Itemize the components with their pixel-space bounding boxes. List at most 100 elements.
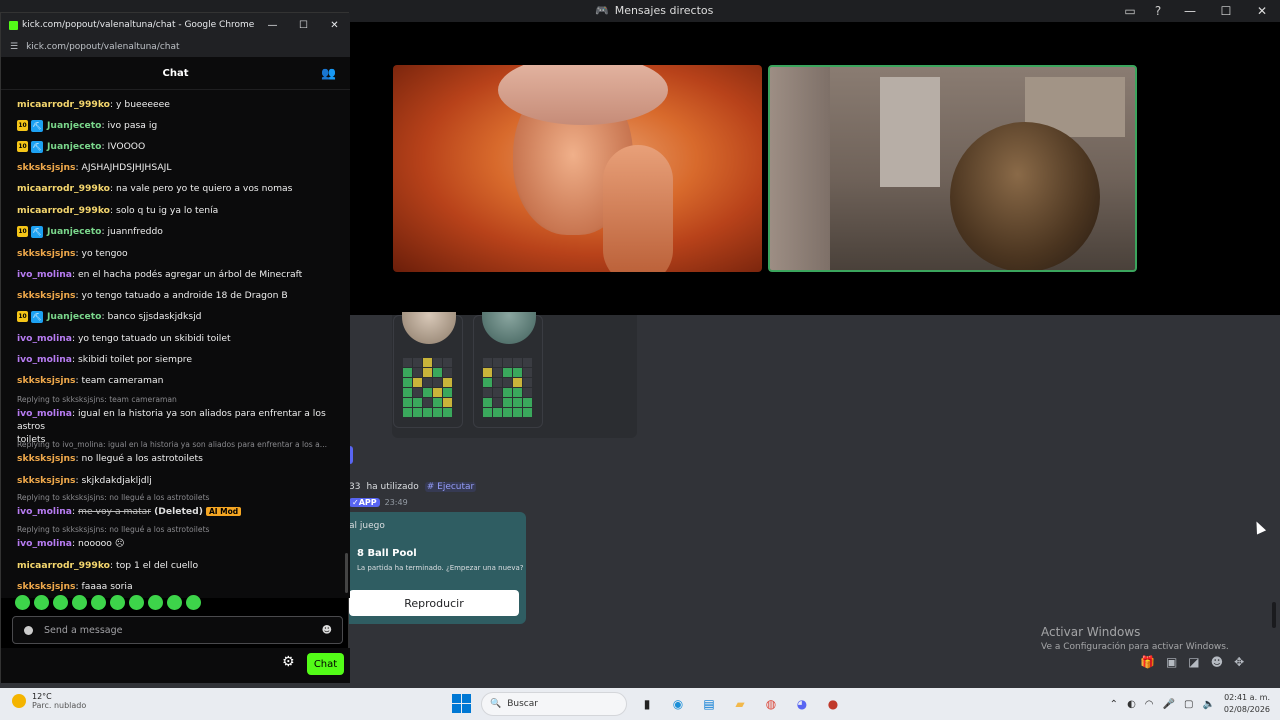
chat-message[interactable]: skksksjsjns: team cameraman bbox=[17, 374, 342, 387]
chat-message[interactable]: skksksjsjns: yo tengo tatuado a androide… bbox=[17, 289, 342, 302]
reply-context[interactable]: Replying to skksksjsjns: no llegué a los… bbox=[17, 525, 342, 534]
chat-message[interactable]: skksksjsjns: yo tengoo bbox=[17, 247, 342, 260]
chat-identity-icon[interactable] bbox=[24, 626, 33, 635]
chat-message[interactable]: 10 ⛏ Juanjeceto: IVOOOO bbox=[17, 140, 342, 153]
reply-context[interactable]: Replying to ivo_molina: igual en la hist… bbox=[17, 440, 342, 449]
message-input[interactable]: Send a message ☻ bbox=[12, 616, 343, 644]
chat-message[interactable]: ivo_molina: yo tengo tatuado un skibidi … bbox=[17, 332, 342, 345]
wifi-icon[interactable]: ◠ bbox=[1145, 699, 1154, 710]
chat-username[interactable]: ivo_molina bbox=[17, 269, 72, 280]
apps-icon[interactable]: ✥ bbox=[1234, 655, 1244, 669]
chat-username[interactable]: ivo_molina bbox=[17, 408, 72, 419]
maximize-button[interactable]: ☐ bbox=[1208, 0, 1244, 22]
user-list-icon[interactable]: 👥 bbox=[321, 66, 336, 80]
site-info-icon[interactable]: ☰ bbox=[10, 42, 18, 52]
gif-icon[interactable]: ▣ bbox=[1166, 655, 1177, 669]
send-chat-button[interactable]: Chat bbox=[307, 653, 344, 675]
chat-username[interactable]: micaarrodr_999ko bbox=[17, 183, 110, 194]
reply-context[interactable]: Replying to skksksjsjns: team cameraman bbox=[17, 395, 342, 404]
microphone-icon[interactable]: 🎤 bbox=[1163, 699, 1175, 710]
emote-icon[interactable] bbox=[148, 595, 163, 610]
chat-message[interactable]: ivo_molina: en el hacha podés agregar un… bbox=[17, 268, 342, 281]
chat-message[interactable]: skksksjsjns: faaaa soria bbox=[17, 580, 342, 593]
chat-message[interactable]: skksksjsjns: no llegué a los astrotoilet… bbox=[17, 452, 342, 465]
chrome-icon[interactable]: ◍ bbox=[760, 693, 782, 715]
chat-message[interactable]: ivo_molina: me voy a matar (Deleted) AI Mo… bbox=[17, 505, 342, 518]
emote-icon[interactable] bbox=[53, 595, 68, 610]
chat-username[interactable]: ivo_molina bbox=[17, 333, 72, 344]
emote-icon[interactable] bbox=[72, 595, 87, 610]
chat-message[interactable]: 10 ⛏ Juanjeceto: juannfreddo bbox=[17, 225, 342, 238]
emote-icon[interactable] bbox=[15, 595, 30, 610]
emote-icon[interactable] bbox=[34, 595, 49, 610]
play-button[interactable]: Reproducir bbox=[349, 590, 519, 616]
chat-message[interactable]: skksksjsjns: skjkdakdjakljdlj bbox=[17, 474, 342, 487]
close-button[interactable]: ✕ bbox=[1244, 0, 1280, 22]
chat-message[interactable]: micaarrodr_999ko: na vale pero yo te qui… bbox=[17, 182, 342, 195]
app-icon[interactable]: ● bbox=[822, 693, 844, 715]
chat-message-list[interactable]: micaarrodr_999ko: y bueeeeee 10 ⛏ Juanjecet… bbox=[1, 90, 350, 598]
chat-message[interactable]: micaarrodr_999ko: solo q tu ig ya lo ten… bbox=[17, 204, 342, 217]
popup-close-button[interactable]: ✕ bbox=[319, 13, 350, 37]
chat-message[interactable]: micaarrodr_999ko: y bueeeeee bbox=[17, 98, 342, 111]
task-view-icon[interactable]: ▮ bbox=[636, 693, 658, 715]
minimize-button[interactable]: — bbox=[1172, 0, 1208, 22]
chat-message[interactable]: ivo_molina: skibidi toilet por siempre bbox=[17, 353, 342, 366]
emote-icon[interactable] bbox=[110, 595, 125, 610]
emote-icon[interactable] bbox=[129, 595, 144, 610]
discord-icon[interactable]: ◕ bbox=[791, 693, 813, 715]
chat-username[interactable]: micaarrodr_999ko bbox=[17, 205, 110, 216]
chat-username[interactable]: Juanjeceto bbox=[47, 141, 101, 152]
start-button[interactable] bbox=[452, 694, 472, 714]
chat-username[interactable]: ivo_molina bbox=[17, 354, 72, 365]
chrome-address-bar[interactable]: ☰ kick.com/popout/valenaltuna/chat bbox=[1, 37, 350, 57]
sticker-icon[interactable]: ◪ bbox=[1188, 655, 1199, 669]
chat-username[interactable]: skksksjsjns bbox=[17, 162, 76, 173]
chat-message[interactable]: 10 ⛏ Juanjeceto: ivo pasa ig bbox=[17, 119, 342, 132]
chat-username[interactable]: skksksjsjns bbox=[17, 375, 76, 386]
chat-username[interactable]: skksksjsjns bbox=[17, 290, 76, 301]
chevron-up-icon[interactable]: ⌃ bbox=[1110, 699, 1118, 710]
help-icon[interactable]: ? bbox=[1144, 0, 1172, 22]
popup-maximize-button[interactable]: ☐ bbox=[288, 13, 319, 37]
clock[interactable]: 02:41 a. m. 02/08/2026 bbox=[1224, 692, 1270, 716]
reply-context[interactable]: Replying to skksksjsjns: no llegué a los… bbox=[17, 493, 342, 502]
inbox-icon[interactable]: ▭ bbox=[1116, 0, 1144, 22]
popup-minimize-button[interactable]: — bbox=[257, 13, 288, 37]
chat-username[interactable]: ivo_molina bbox=[17, 538, 72, 549]
emote-icon[interactable] bbox=[167, 595, 182, 610]
discord-scrollbar[interactable] bbox=[1272, 602, 1276, 628]
command-link[interactable]: # Ejecutar bbox=[424, 482, 477, 492]
edge-icon[interactable]: ◉ bbox=[667, 693, 689, 715]
file-explorer-icon[interactable]: ▰ bbox=[729, 693, 751, 715]
store-icon[interactable]: ▤ bbox=[698, 693, 720, 715]
video-tile-2[interactable] bbox=[768, 65, 1137, 272]
emoji-icon[interactable]: ☻ bbox=[1211, 655, 1224, 669]
chat-username[interactable]: micaarrodr_999ko bbox=[17, 99, 110, 110]
chat-username[interactable]: micaarrodr_999ko bbox=[17, 560, 110, 571]
emoji-picker-icon[interactable]: ☻ bbox=[322, 625, 332, 636]
settings-gear-icon[interactable]: ⚙ bbox=[282, 654, 295, 670]
chat-scrollbar[interactable] bbox=[345, 553, 348, 593]
emote-icon[interactable] bbox=[186, 595, 201, 610]
chat-username[interactable]: Juanjeceto bbox=[47, 226, 101, 237]
volume-icon[interactable]: 🔈 bbox=[1202, 699, 1214, 710]
chat-username[interactable]: skksksjsjns bbox=[17, 475, 76, 486]
chat-username[interactable]: Juanjeceto bbox=[47, 311, 101, 322]
video-tile-1[interactable] bbox=[393, 65, 762, 272]
chat-message[interactable]: micaarrodr_999ko: top 1 el del cuello bbox=[17, 559, 342, 572]
network-app-icon[interactable]: ◐ bbox=[1127, 699, 1136, 710]
chat-username[interactable]: skksksjsjns bbox=[17, 581, 76, 592]
chat-message[interactable]: ivo_molina: nooooo ☹ bbox=[17, 537, 342, 550]
taskbar-search[interactable]: 🔍 Buscar bbox=[481, 692, 627, 716]
emote-icon[interactable] bbox=[91, 595, 106, 610]
chat-username[interactable]: skksksjsjns bbox=[17, 453, 76, 464]
chat-username[interactable]: ivo_molina bbox=[17, 506, 72, 517]
chat-username[interactable]: Juanjeceto bbox=[47, 120, 101, 131]
chat-username[interactable]: skksksjsjns bbox=[17, 248, 76, 259]
gift-icon[interactable]: 🎁 bbox=[1140, 655, 1155, 669]
weather-widget[interactable]: 12°C Parc. nublado bbox=[12, 692, 86, 710]
display-icon[interactable]: ▢ bbox=[1184, 699, 1193, 710]
chat-message[interactable]: skksksjsjns: AJSHAJHDSJHJHSAJL bbox=[17, 161, 342, 174]
chat-message[interactable]: 10 ⛏ Juanjeceto: banco sjjsdaskjdksjd bbox=[17, 310, 342, 323]
